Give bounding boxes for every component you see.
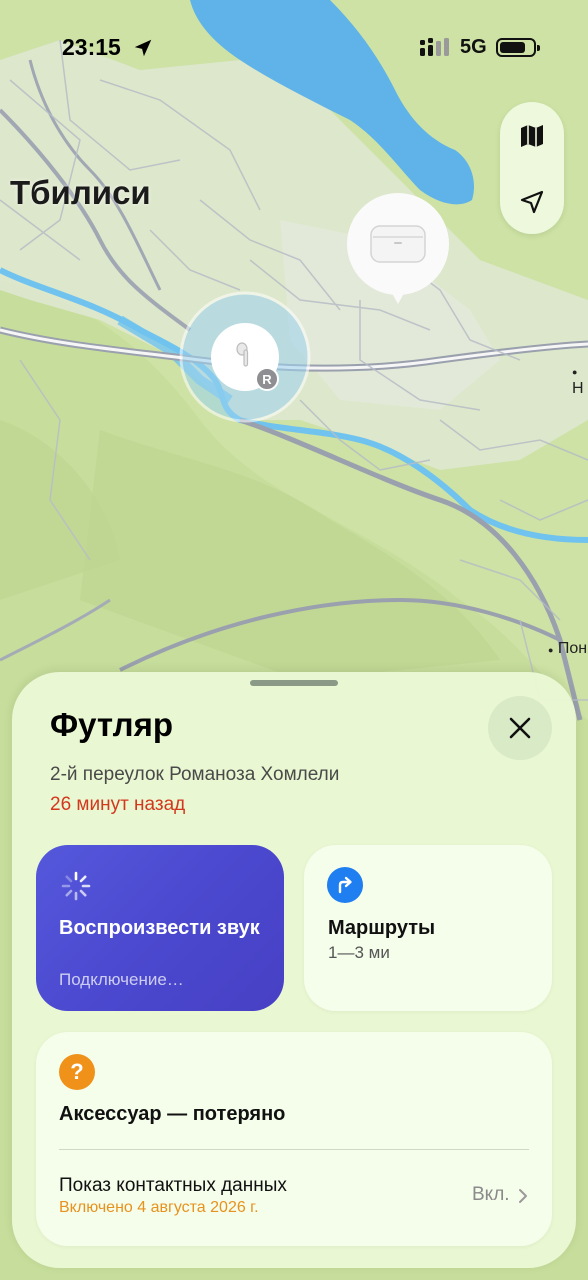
navigation-arrow-icon bbox=[520, 190, 544, 214]
play-sound-label: Воспроизвести звук bbox=[59, 917, 260, 939]
location-arrow-icon bbox=[134, 39, 152, 57]
divider bbox=[59, 1149, 529, 1150]
directions-label: Маршруты bbox=[328, 917, 436, 939]
city-label: Тбилиси bbox=[10, 174, 151, 211]
question-icon: ? bbox=[59, 1054, 95, 1090]
turn-right-icon bbox=[327, 867, 363, 903]
item-address: 2-й переулок Романоза Хомлели bbox=[50, 764, 340, 785]
status-time: 23:15 bbox=[62, 34, 121, 60]
show-contact-info-row[interactable]: Показ контактных данных bbox=[59, 1175, 287, 1197]
chevron-right-icon bbox=[519, 1189, 527, 1203]
poi-label: ● Пон bbox=[548, 640, 588, 657]
contact-info-enabled-date: Включено 4 августа 2026 г. bbox=[59, 1199, 259, 1216]
map-controls bbox=[500, 102, 564, 234]
battery-icon bbox=[496, 38, 540, 57]
spinner-icon bbox=[61, 871, 91, 901]
directions-distance: 1—3 ми bbox=[328, 943, 390, 962]
item-title: Футляр bbox=[50, 706, 174, 743]
pin-badge: R bbox=[262, 372, 272, 387]
close-button[interactable] bbox=[488, 696, 552, 760]
airpods-case-icon bbox=[370, 225, 426, 263]
locate-me-button[interactable] bbox=[500, 170, 564, 234]
play-sound-status: Подключение… bbox=[59, 970, 184, 989]
last-seen-time: 26 минут назад bbox=[50, 794, 186, 815]
close-icon bbox=[509, 717, 531, 739]
sheet-grabber[interactable] bbox=[250, 680, 338, 686]
map-icon bbox=[521, 125, 543, 147]
airpod-pin[interactable]: R bbox=[178, 290, 312, 424]
lost-mode-label[interactable]: Аксессуар — потеряно bbox=[59, 1103, 285, 1126]
airpods-case-pin[interactable] bbox=[346, 192, 450, 304]
network-type: 5G bbox=[460, 36, 487, 58]
status-bar: 23:15 5G bbox=[0, 0, 588, 96]
map-mode-button[interactable] bbox=[500, 104, 564, 168]
signal-icon bbox=[420, 38, 449, 56]
contact-info-status[interactable]: Вкл. bbox=[472, 1184, 510, 1206]
poi-label: ● Н bbox=[572, 367, 584, 397]
